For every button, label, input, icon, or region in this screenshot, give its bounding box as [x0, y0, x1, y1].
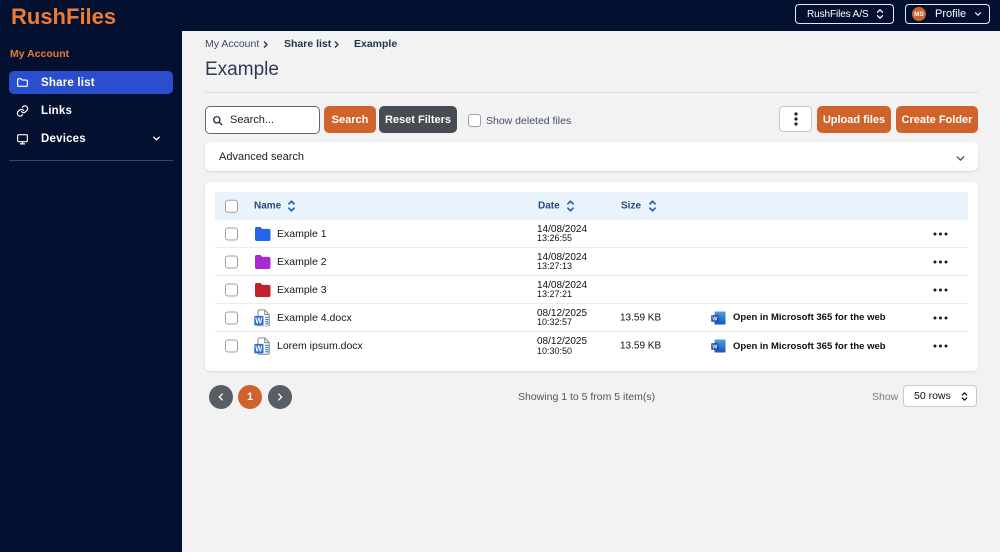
- svg-text:W: W: [712, 316, 718, 322]
- svg-text:W: W: [255, 344, 263, 353]
- svg-text:W: W: [255, 316, 263, 325]
- svg-text:W: W: [712, 344, 718, 350]
